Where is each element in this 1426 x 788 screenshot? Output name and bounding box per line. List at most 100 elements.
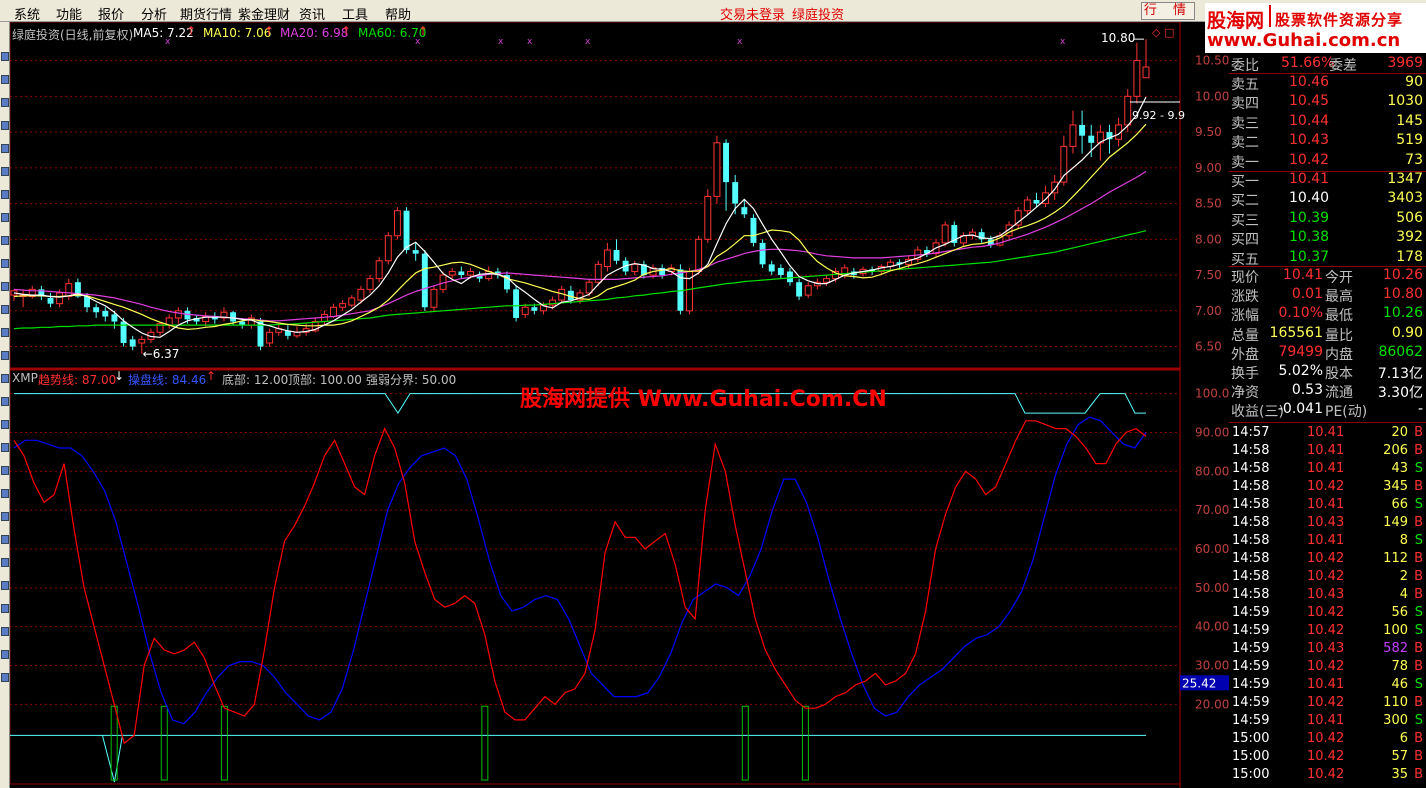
toolbar-icon[interactable] xyxy=(1,121,9,130)
tick-side: S xyxy=(1414,533,1423,548)
toolbar-icon[interactable] xyxy=(1,489,9,498)
indicator-axis-label: 20.00 xyxy=(1195,697,1229,711)
toolbar-icon[interactable] xyxy=(1,236,9,245)
toolbar-icon[interactable] xyxy=(1,75,9,84)
toolbar-icon[interactable] xyxy=(1,190,9,199)
control-line xyxy=(13,416,1147,725)
menu-item-1[interactable]: 功能 xyxy=(56,4,82,23)
toolbar-icon[interactable] xyxy=(1,466,9,475)
tick-price: 10.41 xyxy=(1307,461,1345,476)
stat-value: -0.041 xyxy=(1277,401,1323,418)
menu-item-8[interactable]: 帮助 xyxy=(385,4,411,23)
buy-label: 买二 xyxy=(1231,193,1259,210)
broker-link[interactable]: 绿庭投资 xyxy=(792,4,844,23)
tick-volume: 206 xyxy=(1383,443,1408,458)
candle-body xyxy=(603,249,611,267)
buy-volume: 506 xyxy=(1396,209,1423,226)
menu-item-2[interactable]: 报价 xyxy=(98,4,124,23)
tick-time: 14:59 xyxy=(1232,713,1270,728)
stat-label: 总量 xyxy=(1231,327,1259,344)
toolbar-icon[interactable] xyxy=(1,167,9,176)
stat-value: 86062 xyxy=(1378,343,1423,360)
sell-label: 卖一 xyxy=(1231,154,1259,171)
toolbar-icon[interactable] xyxy=(1,627,9,636)
tick-price: 10.42 xyxy=(1307,551,1345,566)
toolbar-icon[interactable] xyxy=(1,420,9,429)
stat-label: 涨跌 xyxy=(1231,289,1259,306)
divider xyxy=(1229,422,1426,423)
buy-row: 买五 10.37 178 xyxy=(1229,249,1426,268)
sell-label: 卖五 xyxy=(1231,77,1259,93)
tick-time: 15:00 xyxy=(1232,731,1270,746)
stat-value: 0.90 xyxy=(1391,324,1423,341)
candle-body xyxy=(695,238,703,272)
candle-body xyxy=(129,339,136,347)
tick-price: 10.42 xyxy=(1307,479,1345,494)
toolbar-icon[interactable] xyxy=(1,512,9,521)
sell-price: 10.43 xyxy=(1289,132,1330,149)
sell-price: 10.44 xyxy=(1289,112,1330,129)
toolbar-icon[interactable] xyxy=(1,535,9,544)
toolbar-icon[interactable] xyxy=(1,604,9,613)
trade-status[interactable]: 交易未登录 xyxy=(720,4,785,23)
tick-volume: 112 xyxy=(1383,551,1408,566)
toolbar-icon[interactable] xyxy=(1,259,9,268)
toolbar-icon[interactable] xyxy=(1,282,9,291)
tick-side: B xyxy=(1414,695,1423,710)
tick-time: 15:00 xyxy=(1232,767,1270,782)
stat-value: 0.53 xyxy=(1291,382,1323,399)
candle-body xyxy=(823,278,830,283)
toolbar-icon[interactable] xyxy=(1,581,9,590)
candle-body xyxy=(1142,66,1150,79)
tick-time: 14:58 xyxy=(1232,479,1270,494)
current-value-text: 25.42 xyxy=(1182,676,1216,690)
toolbar-icon[interactable] xyxy=(1,52,9,61)
sell-row: 卖二 10.43 519 xyxy=(1229,132,1426,151)
toolbar-icon[interactable] xyxy=(1,443,9,452)
menu-item-4[interactable]: 期货行情 xyxy=(180,4,232,23)
candle-body xyxy=(366,278,374,290)
candle-body xyxy=(768,264,775,272)
menu-item-3[interactable]: 分析 xyxy=(141,4,167,23)
toolbar-icon[interactable] xyxy=(1,374,9,383)
toolbar-icon[interactable] xyxy=(1,650,9,659)
toolbar-icon[interactable] xyxy=(1,98,9,107)
tick-side: S xyxy=(1414,497,1423,512)
low-label: ←6.37 xyxy=(143,347,180,361)
signal-box xyxy=(481,705,489,781)
toolbar-icon[interactable] xyxy=(1,213,9,222)
toolbar-icon[interactable] xyxy=(1,351,9,360)
menu-item-7[interactable]: 工具 xyxy=(342,4,368,23)
tick-time: 14:58 xyxy=(1232,533,1270,548)
ma10-line xyxy=(13,123,1147,331)
toolbar-icon[interactable] xyxy=(1,397,9,406)
tick-side: S xyxy=(1414,713,1423,728)
tick-side: B xyxy=(1414,569,1423,584)
logo-url: www.Guhai.com.cn xyxy=(1207,30,1401,51)
tick-price: 10.42 xyxy=(1307,749,1345,764)
trend-line xyxy=(13,420,1147,745)
sell-volume: 519 xyxy=(1396,132,1423,149)
menu-item-0[interactable]: 系统 xyxy=(14,4,40,23)
toolbar-icon[interactable] xyxy=(1,328,9,337)
buy-volume: 1347 xyxy=(1387,171,1423,187)
stat-value: 10.26 xyxy=(1382,305,1423,322)
toolbar-icon[interactable] xyxy=(1,558,9,567)
price-axis-label: 9.00 xyxy=(1195,161,1222,175)
stat-value: 79499 xyxy=(1278,343,1323,360)
price-axis-label: 8.50 xyxy=(1195,197,1222,211)
buy-price: 10.41 xyxy=(1289,171,1330,187)
tick-price: 10.42 xyxy=(1307,731,1345,746)
tick-time: 14:59 xyxy=(1232,605,1270,620)
toolbar-icon[interactable] xyxy=(1,305,9,314)
menu-item-6[interactable]: 资讯 xyxy=(299,4,325,23)
tick-side: B xyxy=(1414,425,1423,440)
tick-price: 10.41 xyxy=(1307,497,1345,512)
toolbar-icon[interactable] xyxy=(1,673,9,682)
candle-body xyxy=(102,310,109,317)
signal-box xyxy=(160,705,168,781)
signal-box xyxy=(220,705,228,781)
quote-button[interactable]: 行 情 xyxy=(1141,2,1195,20)
toolbar-icon[interactable] xyxy=(1,144,9,153)
menu-item-5[interactable]: 紫金理财 xyxy=(238,4,290,23)
